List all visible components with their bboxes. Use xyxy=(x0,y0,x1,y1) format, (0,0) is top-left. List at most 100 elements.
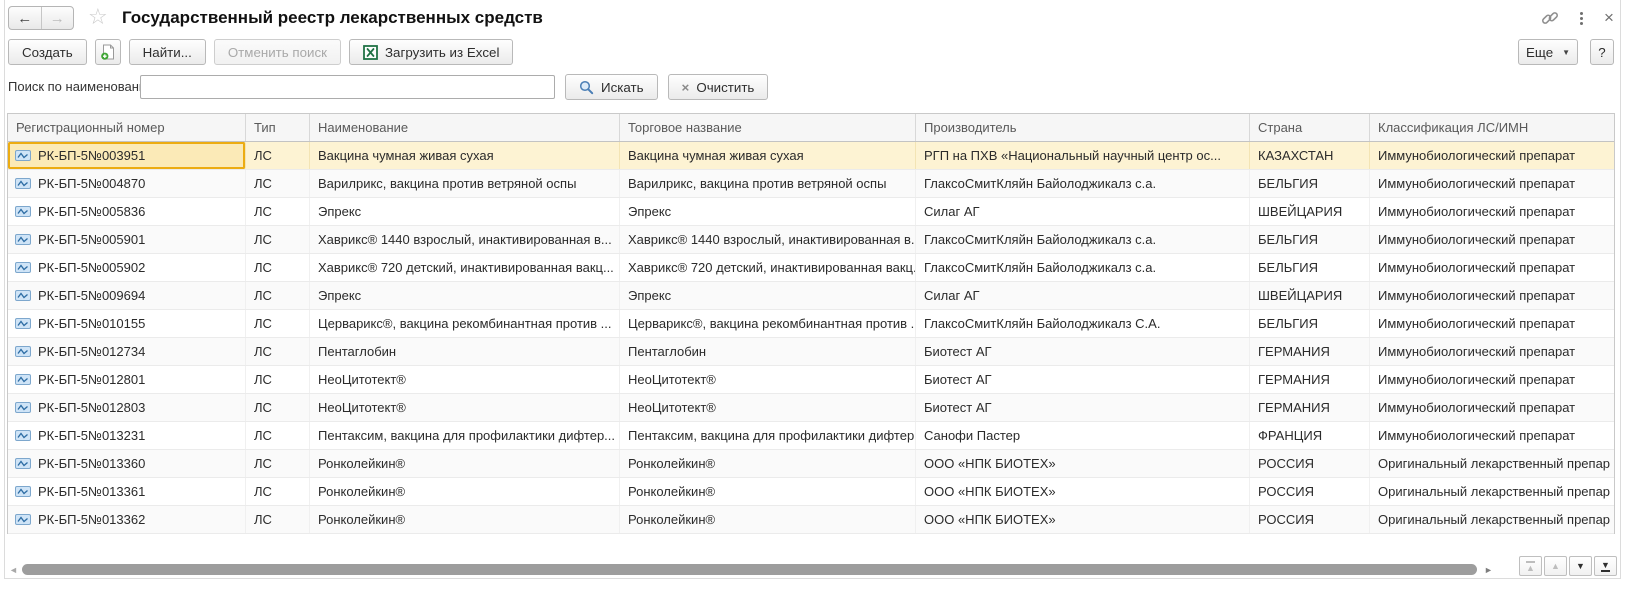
cell-type[interactable]: ЛС xyxy=(246,366,310,393)
cell-name[interactable]: Вакцина чумная живая сухая xyxy=(310,142,620,169)
cell-cls[interactable]: Иммунобиологический препарат xyxy=(1370,198,1616,225)
table-row[interactable]: РК-БП-5№013360ЛСРонколейкин®Ронколейкин®… xyxy=(8,450,1614,478)
cell-country[interactable]: БЕЛЬГИЯ xyxy=(1250,226,1370,253)
cell-type[interactable]: ЛС xyxy=(246,142,310,169)
cell-reg[interactable]: РК-БП-5№013231 xyxy=(8,422,246,449)
cell-type[interactable]: ЛС xyxy=(246,394,310,421)
cell-trade[interactable]: Церварикс®, вакцина рекомбинантная проти… xyxy=(620,310,916,337)
cell-country[interactable]: ГЕРМАНИЯ xyxy=(1250,338,1370,365)
cell-type[interactable]: ЛС xyxy=(246,254,310,281)
clear-search-button[interactable]: × Очистить xyxy=(668,74,769,100)
table-row[interactable]: РК-БП-5№012734ЛСПентаглобинПентаглобинБи… xyxy=(8,338,1614,366)
back-button[interactable]: ← xyxy=(9,7,42,29)
cell-type[interactable]: ЛС xyxy=(246,198,310,225)
cell-type[interactable]: ЛС xyxy=(246,478,310,505)
cell-country[interactable]: БЕЛЬГИЯ xyxy=(1250,170,1370,197)
cell-reg[interactable]: РК-БП-5№012801 xyxy=(8,366,246,393)
horizontal-scrollbar-thumb[interactable] xyxy=(22,564,1477,575)
cell-type[interactable]: ЛС xyxy=(246,422,310,449)
cell-cls[interactable]: Оригинальный лекарственный препар xyxy=(1370,450,1616,477)
cell-country[interactable]: РОССИЯ xyxy=(1250,506,1370,533)
cell-reg[interactable]: РК-БП-5№012734 xyxy=(8,338,246,365)
cell-type[interactable]: ЛС xyxy=(246,170,310,197)
favorite-star-icon[interactable]: ☆ xyxy=(88,3,108,31)
cell-trade[interactable]: Ронколейкин® xyxy=(620,506,916,533)
table-row[interactable]: РК-БП-5№005836ЛСЭпрексЭпрексСилаг АГШВЕЙ… xyxy=(8,198,1614,226)
cell-type[interactable]: ЛС xyxy=(246,450,310,477)
cell-maker[interactable]: Биотест АГ xyxy=(916,366,1250,393)
cell-name[interactable]: Ронколейкин® xyxy=(310,506,620,533)
scroll-right-arrow-icon[interactable]: ► xyxy=(1484,564,1493,577)
table-row[interactable]: РК-БП-5№012803ЛСНеоЦитотект®НеоЦитотект®… xyxy=(8,394,1614,422)
scroll-left-arrow-icon[interactable]: ◄ xyxy=(9,564,18,577)
cell-name[interactable]: Хаврикс® 720 детский, инактивированная в… xyxy=(310,254,620,281)
cell-reg[interactable]: РК-БП-5№013361 xyxy=(8,478,246,505)
column-header-name[interactable]: Наименование xyxy=(310,114,620,141)
table-row[interactable]: РК-БП-5№005902ЛСХаврикс® 720 детский, ин… xyxy=(8,254,1614,282)
go-previous-button[interactable]: ▲ xyxy=(1544,556,1567,576)
table-row[interactable]: РК-БП-5№004870ЛСВарилрикс, вакцина проти… xyxy=(8,170,1614,198)
cell-maker[interactable]: Санофи Пастер xyxy=(916,422,1250,449)
cell-cls[interactable]: Иммунобиологический препарат xyxy=(1370,282,1616,309)
cell-trade[interactable]: НеоЦитотект® xyxy=(620,366,916,393)
cell-trade[interactable]: Хаврикс® 1440 взрослый, инактивированная… xyxy=(620,226,916,253)
create-button[interactable]: Создать xyxy=(8,39,87,65)
cell-trade[interactable]: Эпрекс xyxy=(620,198,916,225)
cell-reg[interactable]: РК-БП-5№004870 xyxy=(8,170,246,197)
cell-cls[interactable]: Иммунобиологический препарат xyxy=(1370,170,1616,197)
close-window-button[interactable]: × xyxy=(1598,8,1620,28)
cell-cls[interactable]: Иммунобиологический препарат xyxy=(1370,338,1616,365)
table-row[interactable]: РК-БП-5№013231ЛСПентаксим, вакцина для п… xyxy=(8,422,1614,450)
cell-country[interactable]: ГЕРМАНИЯ xyxy=(1250,366,1370,393)
table-row[interactable]: РК-БП-5№003951ЛСВакцина чумная живая сух… xyxy=(8,142,1614,170)
table-row[interactable]: РК-БП-5№009694ЛСЭпрексЭпрексСилаг АГШВЕЙ… xyxy=(8,282,1614,310)
cell-maker[interactable]: ООО «НПК БИОТЕХ» xyxy=(916,506,1250,533)
cell-name[interactable]: Пентаглобин xyxy=(310,338,620,365)
cancel-search-button[interactable]: Отменить поиск xyxy=(214,39,341,65)
find-button[interactable]: Найти... xyxy=(129,39,206,65)
table-row[interactable]: РК-БП-5№005901ЛС Хаврикс® 1440 взрослый, … xyxy=(8,226,1614,254)
cell-maker[interactable]: ГлаксоСмитКляйн Байолоджикалз с.а. xyxy=(916,254,1250,281)
cell-name[interactable]: Эпрекс xyxy=(310,198,620,225)
cell-type[interactable]: ЛС xyxy=(246,226,310,253)
cell-maker[interactable]: ООО «НПК БИОТЕХ» xyxy=(916,450,1250,477)
cell-type[interactable]: ЛС xyxy=(246,310,310,337)
cell-country[interactable]: ГЕРМАНИЯ xyxy=(1250,394,1370,421)
cell-maker[interactable]: ГлаксоСмитКляйн Байолоджикалз с.а. xyxy=(916,170,1250,197)
cell-reg[interactable]: РК-БП-5№005901 xyxy=(8,226,246,253)
forward-button[interactable]: → xyxy=(42,7,74,29)
cell-reg[interactable]: РК-БП-5№010155 xyxy=(8,310,246,337)
load-from-excel-button[interactable]: Загрузить из Excel xyxy=(349,39,513,65)
cell-cls[interactable]: Иммунобиологический препарат xyxy=(1370,422,1616,449)
cell-maker[interactable]: ГлаксоСмитКляйн Байолоджикалз с.а. xyxy=(916,226,1250,253)
cell-trade[interactable]: Вакцина чумная живая сухая xyxy=(620,142,916,169)
column-header-trade[interactable]: Торговое название xyxy=(620,114,916,141)
cell-cls[interactable]: Иммунобиологический препарат xyxy=(1370,366,1616,393)
window-menu-button[interactable] xyxy=(1570,8,1592,28)
more-button[interactable]: Еще ▼ xyxy=(1518,39,1578,65)
cell-name[interactable]: Эпрекс xyxy=(310,282,620,309)
cell-type[interactable]: ЛС xyxy=(246,282,310,309)
cell-cls[interactable]: Иммунобиологический препарат xyxy=(1370,394,1616,421)
cell-trade[interactable]: Пентаглобин xyxy=(620,338,916,365)
cell-trade[interactable]: Хаврикс® 720 детский, инактивированная в… xyxy=(620,254,916,281)
table-row[interactable]: РК-БП-5№013361ЛСРонколейкин®Ронколейкин®… xyxy=(8,478,1614,506)
cell-maker[interactable]: Силаг АГ xyxy=(916,198,1250,225)
cell-name[interactable]: Пентаксим, вакцина для профилактики дифт… xyxy=(310,422,620,449)
cell-name[interactable]: Ронколейкин® xyxy=(310,450,620,477)
cell-maker[interactable]: Биотест АГ xyxy=(916,338,1250,365)
cell-country[interactable]: ШВЕЙЦАРИЯ xyxy=(1250,198,1370,225)
cell-country[interactable]: РОССИЯ xyxy=(1250,478,1370,505)
cell-cls[interactable]: Иммунобиологический препарат xyxy=(1370,310,1616,337)
cell-maker[interactable]: ООО «НПК БИОТЕХ» xyxy=(916,478,1250,505)
go-first-button[interactable]: ▲ xyxy=(1519,556,1542,576)
cell-reg[interactable]: РК-БП-5№013360 xyxy=(8,450,246,477)
cell-reg[interactable]: РК-БП-5№009694 xyxy=(8,282,246,309)
column-header-type[interactable]: Тип xyxy=(246,114,310,141)
cell-trade[interactable]: НеоЦитотект® xyxy=(620,394,916,421)
column-header-country[interactable]: Страна xyxy=(1250,114,1370,141)
table-row[interactable]: РК-БП-5№013362ЛСРонколейкин®Ронколейкин®… xyxy=(8,506,1614,534)
cell-reg[interactable]: РК-БП-5№005836 xyxy=(8,198,246,225)
cell-name[interactable]: НеоЦитотект® xyxy=(310,366,620,393)
cell-type[interactable]: ЛС xyxy=(246,338,310,365)
